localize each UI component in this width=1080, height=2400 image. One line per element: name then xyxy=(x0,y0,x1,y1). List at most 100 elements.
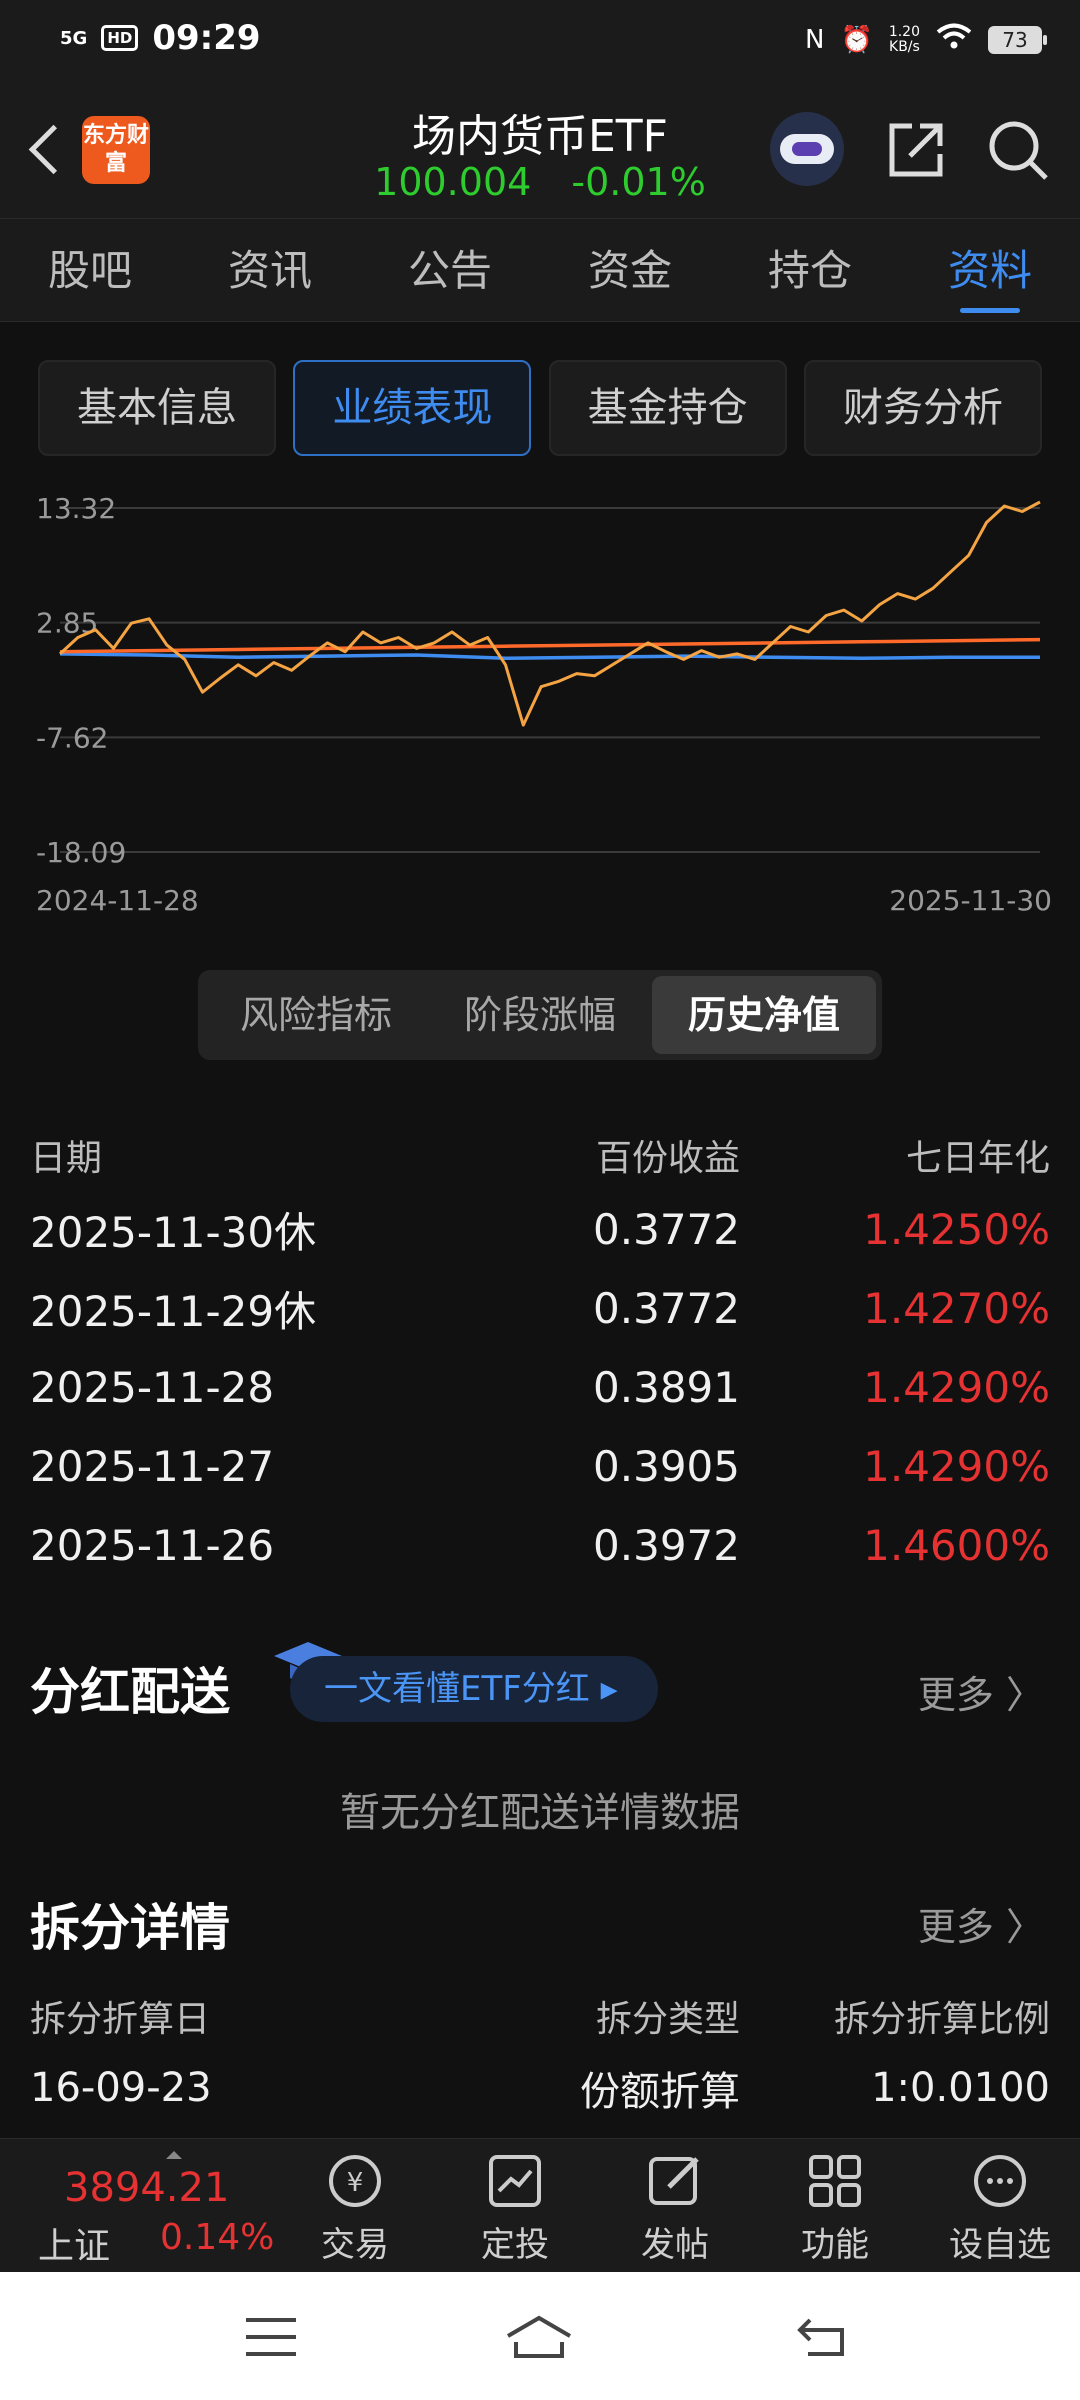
post-icon xyxy=(643,2149,707,2213)
grid-icon xyxy=(803,2149,867,2213)
table-row: 2025-11-29休 0.3772 1.4270% xyxy=(30,1269,1050,1348)
main-tabs: 股吧 资讯 公告 资金 持仓 资料 xyxy=(0,218,1080,322)
cell-income: 0.3772 xyxy=(593,1205,740,1254)
price: 100.004 xyxy=(374,160,532,204)
tab-funds-flow[interactable]: 资金 xyxy=(540,219,720,321)
cell-date: 2025-11-29休 xyxy=(30,1287,317,1336)
index-name: 上证 xyxy=(38,2226,111,2267)
back-nav-icon[interactable] xyxy=(788,2312,858,2362)
header-split-ratio: 拆分折算比例 xyxy=(833,1999,1050,2040)
performance-chart[interactable]: 13.32 2.85 -7.62 -18.09 2024-11-28 2025-11-30 xyxy=(0,480,1080,920)
header-7day-yield: 七日年化 xyxy=(905,1138,1050,1179)
net-speed: 1.20 KB/s xyxy=(888,23,920,55)
fund-return-line xyxy=(58,500,1041,727)
clock: 09:29 xyxy=(152,18,261,58)
net-speed-unit: KB/s xyxy=(889,38,920,55)
add-watchlist-button[interactable]: 设自选 xyxy=(935,2149,1065,2266)
cell-split-date: 16-09-23 xyxy=(30,2065,212,2111)
trade-icon: ¥ xyxy=(323,2149,387,2213)
benchmark-line xyxy=(59,637,1041,654)
table-row: 2025-11-28 0.3891 1.4290% xyxy=(30,1348,1050,1427)
cell-date: 2025-11-28 xyxy=(30,1363,275,1412)
tab-guba[interactable]: 股吧 xyxy=(0,219,180,321)
y-tick-label: 2.85 xyxy=(36,607,98,640)
cell-yield: 1.4290% xyxy=(863,1363,1050,1412)
header-date: 日期 xyxy=(30,1138,103,1179)
home-icon[interactable] xyxy=(504,2312,574,2362)
etf-dividend-guide-link[interactable]: 一文看懂ETF分红 ▸ xyxy=(290,1656,658,1722)
header-split-type: 拆分类型 xyxy=(595,1999,740,2040)
y-tick-label: -7.62 xyxy=(36,721,108,754)
dividend-more-link[interactable]: 更多 〉 xyxy=(918,1664,1044,1719)
signal-icon: 5G xyxy=(60,27,88,49)
index-value: 3894.21 xyxy=(64,2165,230,2211)
tab-news[interactable]: 资讯 xyxy=(180,219,360,321)
table-row: 2025-11-26 0.3972 1.4600% xyxy=(30,1506,1050,1585)
cell-date: 2025-11-30休 xyxy=(30,1208,317,1257)
index-change: 0.14% xyxy=(160,2217,275,2258)
more-icon xyxy=(968,2149,1032,2213)
seg-period-returns[interactable]: 阶段涨幅 xyxy=(428,976,652,1054)
tab-profile[interactable]: 资料 xyxy=(900,219,1080,321)
cell-date: 2025-11-26 xyxy=(30,1521,275,1570)
chart-svg: 13.32 2.85 -7.62 -18.09 2024-11-28 2025-11-30 xyxy=(36,492,1052,917)
cell-split-type: 份额折算 xyxy=(580,2069,740,2115)
cell-yield: 1.4270% xyxy=(863,1284,1050,1333)
x-tick-label: 2024-11-28 xyxy=(36,884,199,917)
seg-historical-nav[interactable]: 历史净值 xyxy=(652,976,876,1054)
seg-risk-indicators[interactable]: 风险指标 xyxy=(204,976,428,1054)
history-segment: 风险指标 阶段涨幅 历史净值 xyxy=(198,970,882,1060)
subtab-fund-holdings[interactable]: 基金持仓 xyxy=(548,360,787,456)
invest-plan-label: 定投 xyxy=(481,2225,549,2265)
post-label: 发帖 xyxy=(641,2225,709,2265)
invest-plan-button[interactable]: 定投 xyxy=(450,2149,580,2266)
index-line xyxy=(59,652,1040,661)
add-watchlist-label: 设自选 xyxy=(949,2225,1051,2265)
subtab-financial-analysis[interactable]: 财务分析 xyxy=(803,360,1042,456)
features-button[interactable]: 功能 xyxy=(770,2149,900,2266)
post-button[interactable]: 发帖 xyxy=(610,2149,740,2266)
cell-yield: 1.4600% xyxy=(863,1521,1050,1570)
change-pct: -0.01% xyxy=(571,160,706,204)
caret-up-icon xyxy=(166,2151,182,2159)
battery-icon: 73 xyxy=(988,25,1047,54)
tab-announcements[interactable]: 公告 xyxy=(360,219,540,321)
nav-table: 日期 百份收益 七日年化 2025-11-30休 0.3772 1.4250% … xyxy=(30,1120,1050,1585)
tab-holdings[interactable]: 持仓 xyxy=(720,219,900,321)
sub-tabs: 基本信息 业绩表现 基金持仓 财务分析 xyxy=(38,360,1042,456)
split-header: 拆分折算日 拆分类型 拆分折算比例 xyxy=(30,1980,1050,2052)
bottom-toolbar: 3894.21 上证 0.14% ¥ 交易 定投 发帖 功能 设自选 xyxy=(0,2138,1080,2272)
features-label: 功能 xyxy=(801,2225,869,2265)
cell-yield: 1.4250% xyxy=(863,1205,1050,1254)
system-nav-bar xyxy=(0,2272,1080,2400)
x-tick-label: 2025-11-30 xyxy=(889,884,1052,917)
cell-income: 0.3891 xyxy=(593,1363,740,1412)
header-income: 百份收益 xyxy=(595,1138,740,1179)
dividend-empty-text: 暂无分红配送详情数据 xyxy=(340,1790,740,1836)
cell-income: 0.3972 xyxy=(593,1521,740,1570)
subtab-performance[interactable]: 业绩表现 xyxy=(293,360,532,456)
net-speed-value: 1.20 xyxy=(888,23,920,40)
y-tick-label: 13.32 xyxy=(36,492,116,525)
cell-date: 2025-11-27 xyxy=(30,1442,275,1491)
status-bar: 5G HD 09:29 Ν ⏰ 1.20 KB/s 73 xyxy=(0,0,1080,80)
header-split-date: 拆分折算日 xyxy=(30,1999,211,2040)
share-icon[interactable] xyxy=(884,118,948,182)
search-icon[interactable] xyxy=(986,118,1050,182)
hd-icon: HD xyxy=(101,25,139,51)
cell-income: 0.3905 xyxy=(593,1442,740,1491)
table-header: 日期 百份收益 七日年化 xyxy=(30,1120,1050,1190)
split-table: 拆分折算日 拆分类型 拆分折算比例 16-09-23 份额折算 1:0.0100 xyxy=(30,1980,1050,2124)
assistant-robot-icon[interactable] xyxy=(770,112,844,186)
trade-label: 交易 xyxy=(321,2225,389,2265)
alarm-icon: ⏰ xyxy=(840,24,873,55)
nfc-icon: Ν xyxy=(805,24,825,55)
cell-yield: 1.4290% xyxy=(863,1442,1050,1491)
subtab-basic-info[interactable]: 基本信息 xyxy=(38,360,276,456)
svg-text:¥: ¥ xyxy=(347,2168,364,2198)
menu-icon[interactable] xyxy=(236,2312,306,2362)
split-more-link[interactable]: 更多 〉 xyxy=(918,1896,1044,1951)
trade-button[interactable]: ¥ 交易 xyxy=(290,2149,420,2266)
y-tick-label: -18.09 xyxy=(36,836,126,869)
table-row: 2025-11-30休 0.3772 1.4250% xyxy=(30,1190,1050,1269)
